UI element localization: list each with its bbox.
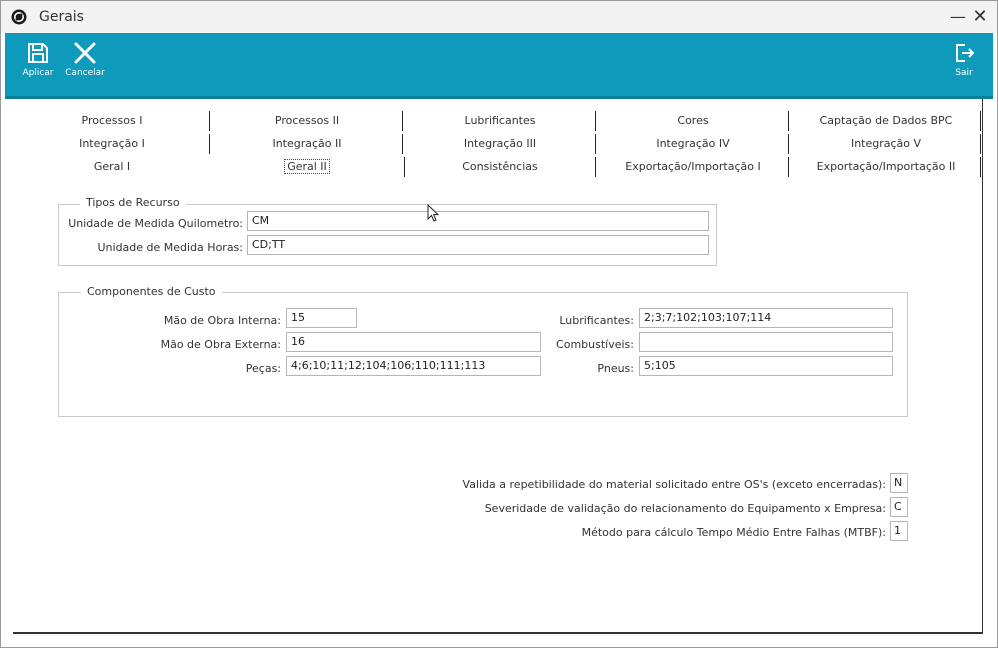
tab-label: Captação de Dados BPC	[819, 114, 953, 127]
lubrificantes-label: Lubrificantes:	[559, 314, 634, 327]
mao-obra-externa-label: Mão de Obra Externa:	[160, 338, 281, 351]
tab-label: Integração V	[850, 137, 922, 150]
tab-label: Geral II	[284, 159, 330, 174]
severidade-label: Severidade de validação do relacionament…	[484, 502, 886, 515]
content-panel: Processos I Processos II Lubrificantes C…	[13, 99, 983, 634]
tab-label: Integração I	[79, 137, 145, 150]
apply-button[interactable]: Aplicar	[19, 33, 57, 93]
tab-separator	[595, 111, 596, 131]
tipos-recurso-legend: Tipos de Recurso	[80, 196, 186, 209]
tab-label: Integração II	[272, 137, 342, 150]
tab-label: Exportação/Importação I	[625, 160, 761, 173]
horas-label: Unidade de Medida Horas:	[97, 241, 243, 254]
cancel-icon	[74, 42, 96, 64]
tab-processos-i[interactable]: Processos I	[25, 112, 199, 130]
tab-label: Processos I	[81, 114, 143, 127]
tab-integracao-v[interactable]: Integração V	[792, 135, 980, 153]
apply-label: Aplicar	[22, 68, 54, 78]
combustiveis-label: Combustíveis:	[556, 338, 634, 351]
mtbf-input[interactable]: 1	[890, 521, 908, 541]
exit-icon	[956, 44, 975, 62]
tab-processos-ii[interactable]: Processos II	[213, 112, 401, 130]
mao-obra-interna-input[interactable]: 15	[286, 308, 357, 328]
window-title: Gerais	[39, 9, 84, 25]
quilometro-label: Unidade de Medida Quilometro:	[68, 217, 243, 230]
severidade-input[interactable]: C	[890, 497, 908, 517]
tab-label: Lubrificantes	[464, 114, 536, 127]
minimize-icon[interactable]: —	[950, 7, 966, 27]
mao-obra-interna-label: Mão de Obra Interna:	[163, 314, 281, 327]
lubrificantes-input[interactable]: 2;3;7;102;103;107;114	[639, 308, 893, 328]
pecas-input[interactable]: 4;6;10;11;12;104;106;110;111;113	[286, 356, 541, 376]
title-bar: Gerais — ✕	[1, 1, 997, 33]
tab-separator	[788, 157, 789, 177]
repetibilidade-input[interactable]: N	[890, 473, 908, 493]
tab-separator	[209, 134, 210, 154]
pecas-label: Peças:	[245, 362, 281, 375]
tab-geral-ii[interactable]: Geral II	[213, 158, 401, 176]
tab-label: Geral I	[93, 160, 131, 173]
tab-integracao-ii[interactable]: Integração II	[213, 135, 401, 153]
repetibilidade-label: Valida a repetibilidade do material soli…	[462, 478, 886, 491]
tab-separator	[404, 157, 405, 177]
tab-label: Exportação/Importação II	[816, 160, 956, 173]
cancel-label: Cancelar	[65, 68, 105, 78]
tab-separator	[595, 157, 596, 177]
pneus-input[interactable]: 5;105	[639, 356, 893, 376]
combustiveis-input[interactable]	[639, 332, 893, 352]
toolbar: Aplicar Cancelar Sair	[5, 33, 993, 99]
tab-integracao-iii[interactable]: Integração III	[406, 135, 594, 153]
exit-button[interactable]: Sair	[949, 33, 979, 93]
tab-separator	[980, 111, 981, 131]
tab-label: Cores	[677, 114, 709, 127]
tab-separator	[980, 157, 981, 177]
tab-separator	[788, 111, 789, 131]
exit-label: Sair	[955, 68, 973, 78]
tab-exportacao-importacao-ii[interactable]: Exportação/Importação II	[792, 158, 980, 176]
tab-integracao-iv[interactable]: Integração IV	[599, 135, 787, 153]
tab-separator	[402, 111, 403, 131]
tab-label: Integração III	[463, 137, 537, 150]
mouse-cursor-icon	[427, 204, 440, 222]
componentes-custo-legend: Componentes de Custo	[81, 285, 222, 298]
tab-integracao-i[interactable]: Integração I	[25, 135, 199, 153]
tab-label: Integração IV	[656, 137, 730, 150]
cancel-button[interactable]: Cancelar	[63, 33, 107, 93]
tab-exportacao-importacao-i[interactable]: Exportação/Importação I	[599, 158, 787, 176]
tab-separator	[788, 134, 789, 154]
window: Gerais — ✕ Aplicar Cancelar Sair Process…	[0, 0, 998, 648]
horas-input[interactable]: CD;TT	[247, 235, 709, 255]
quilometro-input[interactable]: CM	[247, 211, 709, 231]
tab-separator	[980, 134, 981, 154]
mtbf-label: Método para cálculo Tempo Médio Entre Fa…	[581, 526, 886, 539]
tab-lubrificantes[interactable]: Lubrificantes	[406, 112, 594, 130]
tab-cores[interactable]: Cores	[599, 112, 787, 130]
tab-separator	[402, 134, 403, 154]
tab-consistencias[interactable]: Consistências	[406, 158, 594, 176]
tab-separator	[209, 111, 210, 131]
app-logo-icon	[11, 9, 27, 25]
mao-obra-externa-input[interactable]: 16	[286, 332, 541, 352]
pneus-label: Pneus:	[597, 362, 634, 375]
close-window-icon[interactable]: ✕	[972, 7, 988, 27]
tab-separator	[595, 134, 596, 154]
tab-geral-i[interactable]: Geral I	[25, 158, 199, 176]
save-icon	[28, 43, 48, 63]
tab-captacao-dados-bpc[interactable]: Captação de Dados BPC	[792, 112, 980, 130]
tab-label: Consistências	[462, 160, 538, 173]
tab-label: Processos II	[274, 114, 340, 127]
